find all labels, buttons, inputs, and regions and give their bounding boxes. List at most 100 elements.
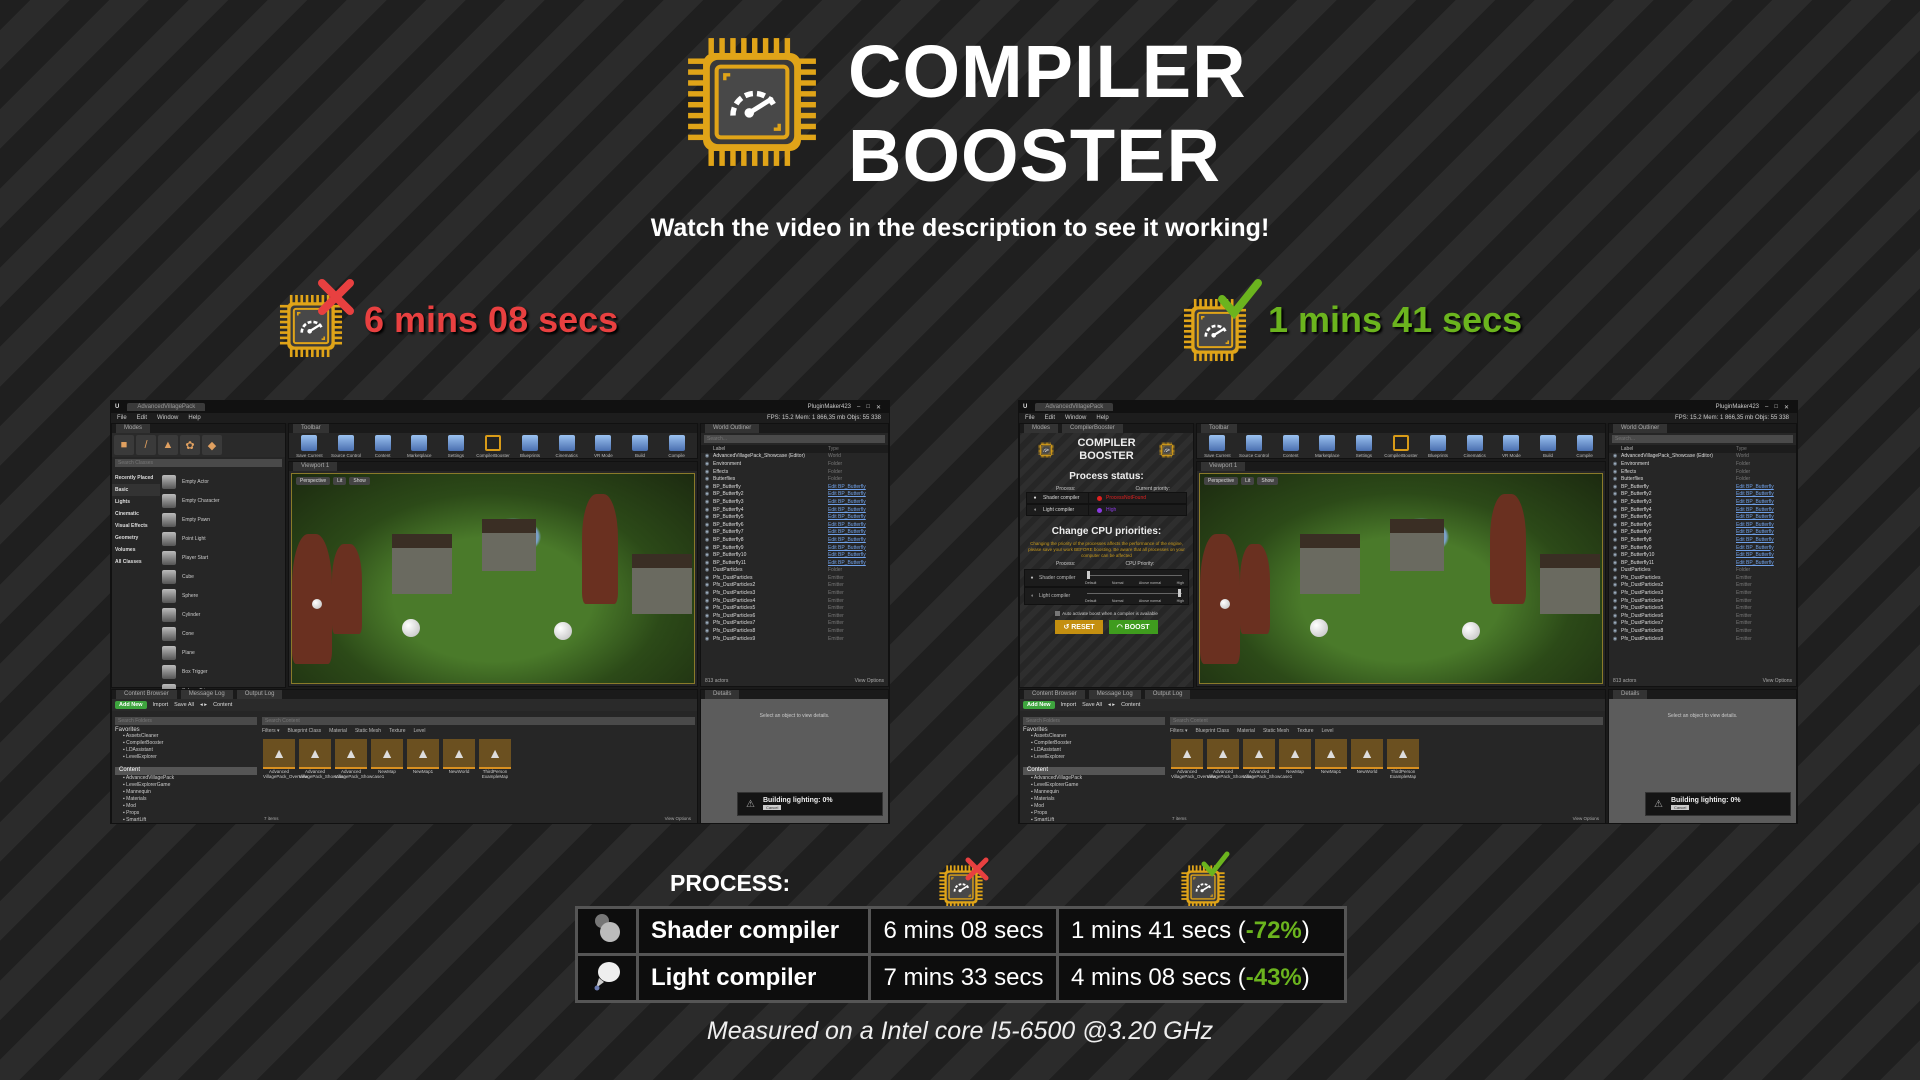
tab-modes[interactable]: Modes	[1024, 424, 1059, 433]
outliner-row[interactable]: ◉ Pfx_DustParticles3 Emitter	[701, 589, 888, 597]
outliner-row[interactable]: ◉ BP_Butterfly11 Edit BP_Butterfly	[701, 559, 888, 567]
outliner-row[interactable]: ◉ BP_Butterfly5 Edit BP_Butterfly	[1609, 513, 1796, 521]
outliner-row[interactable]: ◉ Pfx_DustParticles9 Emitter	[1609, 635, 1796, 643]
tab-message-log[interactable]: Message Log	[1088, 690, 1141, 699]
toolbar-button-compilerbooster[interactable]: CompilerBooster	[476, 435, 510, 458]
outliner-row[interactable]: ◉ Pfx_DustParticles3 Emitter	[1609, 589, 1796, 597]
add-new-button[interactable]: Add New	[1023, 701, 1055, 709]
search-folders-input[interactable]: Search Folders	[1023, 717, 1165, 725]
visibility-eye-icon[interactable]: ◉	[1609, 567, 1621, 573]
visibility-eye-icon[interactable]: ◉	[1609, 476, 1621, 482]
maximize-button[interactable]: □	[1774, 404, 1778, 411]
place-actor-item[interactable]: Empty Pawn	[162, 510, 279, 529]
close-button[interactable]: ✕	[1784, 404, 1789, 411]
tab-viewport[interactable]: Viewport 1	[1201, 462, 1246, 471]
filter-chip[interactable]: Material	[1237, 728, 1255, 734]
visibility-eye-icon[interactable]: ◉	[1609, 605, 1621, 611]
asset-tile[interactable]: ▲ NewWorld	[443, 739, 475, 779]
category-item[interactable]: Visual Effects	[112, 520, 160, 532]
asset-tile[interactable]: ▲ Advanced VillagePack_Overview	[263, 739, 308, 779]
filter-chip[interactable]: Texture	[1297, 728, 1313, 734]
outliner-row[interactable]: ◉ Pfx_DustParticles Emitter	[1609, 574, 1796, 582]
shader-priority-slider[interactable]: Default Normal Above normal High	[1085, 571, 1184, 585]
outliner-type[interactable]: Edit BP_Butterfly	[1736, 529, 1796, 535]
outliner-row[interactable]: ◉ Pfx_DustParticles5 Emitter	[1609, 604, 1796, 612]
cancel-build-button[interactable]: Cancel	[1670, 805, 1690, 810]
tab-details[interactable]: Details	[1613, 690, 1648, 699]
landscape-mode-icon[interactable]: ▲	[158, 435, 178, 455]
visibility-eye-icon[interactable]: ◉	[1609, 590, 1621, 596]
save-all-button[interactable]: Save All	[1082, 702, 1102, 708]
asset-tile[interactable]: ▲ Advanced VillagePack_Overview	[1171, 739, 1216, 779]
outliner-row[interactable]: ◉ BP_Butterfly8 Edit BP_Butterfly	[1609, 536, 1796, 544]
category-item[interactable]: Cinematic	[112, 508, 160, 520]
visibility-eye-icon[interactable]: ◉	[1609, 628, 1621, 634]
content-folder[interactable]: ▪ Mod	[1023, 803, 1165, 810]
visibility-eye-icon[interactable]: ◉	[701, 552, 713, 558]
col-type[interactable]: Type	[1736, 446, 1796, 452]
back-forward-arrows[interactable]: ◂ ▸	[200, 702, 207, 708]
favorite-folder[interactable]: ▪ LDAssistant	[1023, 747, 1165, 754]
outliner-type[interactable]: Edit BP_Butterfly	[1736, 545, 1796, 551]
toolbar-button-save-current[interactable]: Save Current	[293, 435, 326, 458]
outliner-row[interactable]: ◉ BP_Butterfly7 Edit BP_Butterfly	[1609, 529, 1796, 537]
search-classes-input[interactable]: Search Classes	[115, 459, 282, 467]
visibility-eye-icon[interactable]: ◉	[1609, 529, 1621, 535]
boost-button[interactable]: ◠ BOOST	[1108, 620, 1158, 635]
place-actor-item[interactable]: Plane	[162, 643, 279, 662]
lit-button[interactable]: Lit	[1241, 477, 1255, 485]
content-folder[interactable]: ▪ Mannequin	[115, 789, 257, 796]
menu-help[interactable]: Help	[1096, 415, 1108, 421]
outliner-row[interactable]: ◉ Pfx_DustParticles6 Emitter	[701, 612, 888, 620]
level-viewport[interactable]: Perspective Lit Show	[1199, 473, 1603, 684]
close-button[interactable]: ✕	[876, 404, 881, 411]
content-folder[interactable]: ▪ AdvancedVillagePack	[115, 775, 257, 782]
outliner-row[interactable]: ◉ Butterflies Folder	[701, 475, 888, 483]
visibility-eye-icon[interactable]: ◉	[1609, 575, 1621, 581]
visibility-eye-icon[interactable]: ◉	[701, 476, 713, 482]
filter-chip[interactable]: Blueprint Class	[288, 728, 322, 734]
category-item[interactable]: Basic	[112, 484, 160, 496]
outliner-type[interactable]: Edit BP_Butterfly	[828, 484, 888, 490]
outliner-row[interactable]: ◉ Pfx_DustParticles7 Emitter	[701, 620, 888, 628]
outliner-search-input[interactable]: Search...	[1612, 435, 1793, 443]
maximize-button[interactable]: □	[866, 404, 870, 411]
asset-tile[interactable]: ▲ Advanced VillagePack_Showcase	[299, 739, 346, 779]
category-item[interactable]: Recently Placed	[112, 472, 160, 484]
menu-edit[interactable]: Edit	[1045, 415, 1055, 421]
visibility-eye-icon[interactable]: ◉	[701, 453, 713, 459]
menu-help[interactable]: Help	[188, 415, 200, 421]
outliner-row[interactable]: ◉ DustParticles Folder	[1609, 567, 1796, 575]
favorite-folder[interactable]: ▪ LevelExplorer	[115, 754, 257, 761]
outliner-row[interactable]: ◉ Pfx_DustParticles8 Emitter	[1609, 627, 1796, 635]
level-viewport[interactable]: Perspective Lit Show	[291, 473, 695, 684]
outliner-type[interactable]: Edit BP_Butterfly	[1736, 507, 1796, 513]
visibility-eye-icon[interactable]: ◉	[701, 484, 713, 490]
category-item[interactable]: All Classes	[112, 556, 160, 568]
outliner-row[interactable]: ◉ Effects Folder	[1609, 468, 1796, 476]
favorite-folder[interactable]: ▪ LevelExplorer	[1023, 754, 1165, 761]
visibility-eye-icon[interactable]: ◉	[1609, 469, 1621, 475]
outliner-row[interactable]: ◉ BP_Butterfly10 Edit BP_Butterfly	[701, 551, 888, 559]
tab-world-outliner[interactable]: World Outliner	[705, 424, 760, 433]
place-actor-item[interactable]: Cone	[162, 624, 279, 643]
outliner-row[interactable]: ◉ Pfx_DustParticles7 Emitter	[1609, 620, 1796, 628]
visibility-eye-icon[interactable]: ◉	[1609, 514, 1621, 520]
outliner-row[interactable]: ◉ BP_Butterfly2 Edit BP_Butterfly	[1609, 491, 1796, 499]
outliner-row[interactable]: ◉ BP_Butterfly10 Edit BP_Butterfly	[1609, 551, 1796, 559]
visibility-eye-icon[interactable]: ◉	[1609, 461, 1621, 467]
level-tab[interactable]: AdvancedVillagePack	[127, 403, 206, 411]
outliner-type[interactable]: Edit BP_Butterfly	[1736, 484, 1796, 490]
col-type[interactable]: Type	[828, 446, 888, 452]
outliner-row[interactable]: ◉ BP_Butterfly3 Edit BP_Butterfly	[701, 498, 888, 506]
visibility-eye-icon[interactable]: ◉	[701, 620, 713, 626]
toolbar-button-vr-mode[interactable]: VR Mode	[587, 435, 620, 458]
toolbar-button-save-current[interactable]: Save Current	[1201, 435, 1234, 458]
content-folder[interactable]: ▪ Mannequin	[1023, 789, 1165, 796]
visibility-eye-icon[interactable]: ◉	[701, 605, 713, 611]
col-label[interactable]: Label	[713, 446, 828, 452]
outliner-type[interactable]: Edit BP_Butterfly	[1736, 522, 1796, 528]
visibility-eye-icon[interactable]: ◉	[1609, 499, 1621, 505]
search-content-input[interactable]: Search Content	[1170, 717, 1603, 725]
outliner-row[interactable]: ◉ Effects Folder	[701, 468, 888, 476]
